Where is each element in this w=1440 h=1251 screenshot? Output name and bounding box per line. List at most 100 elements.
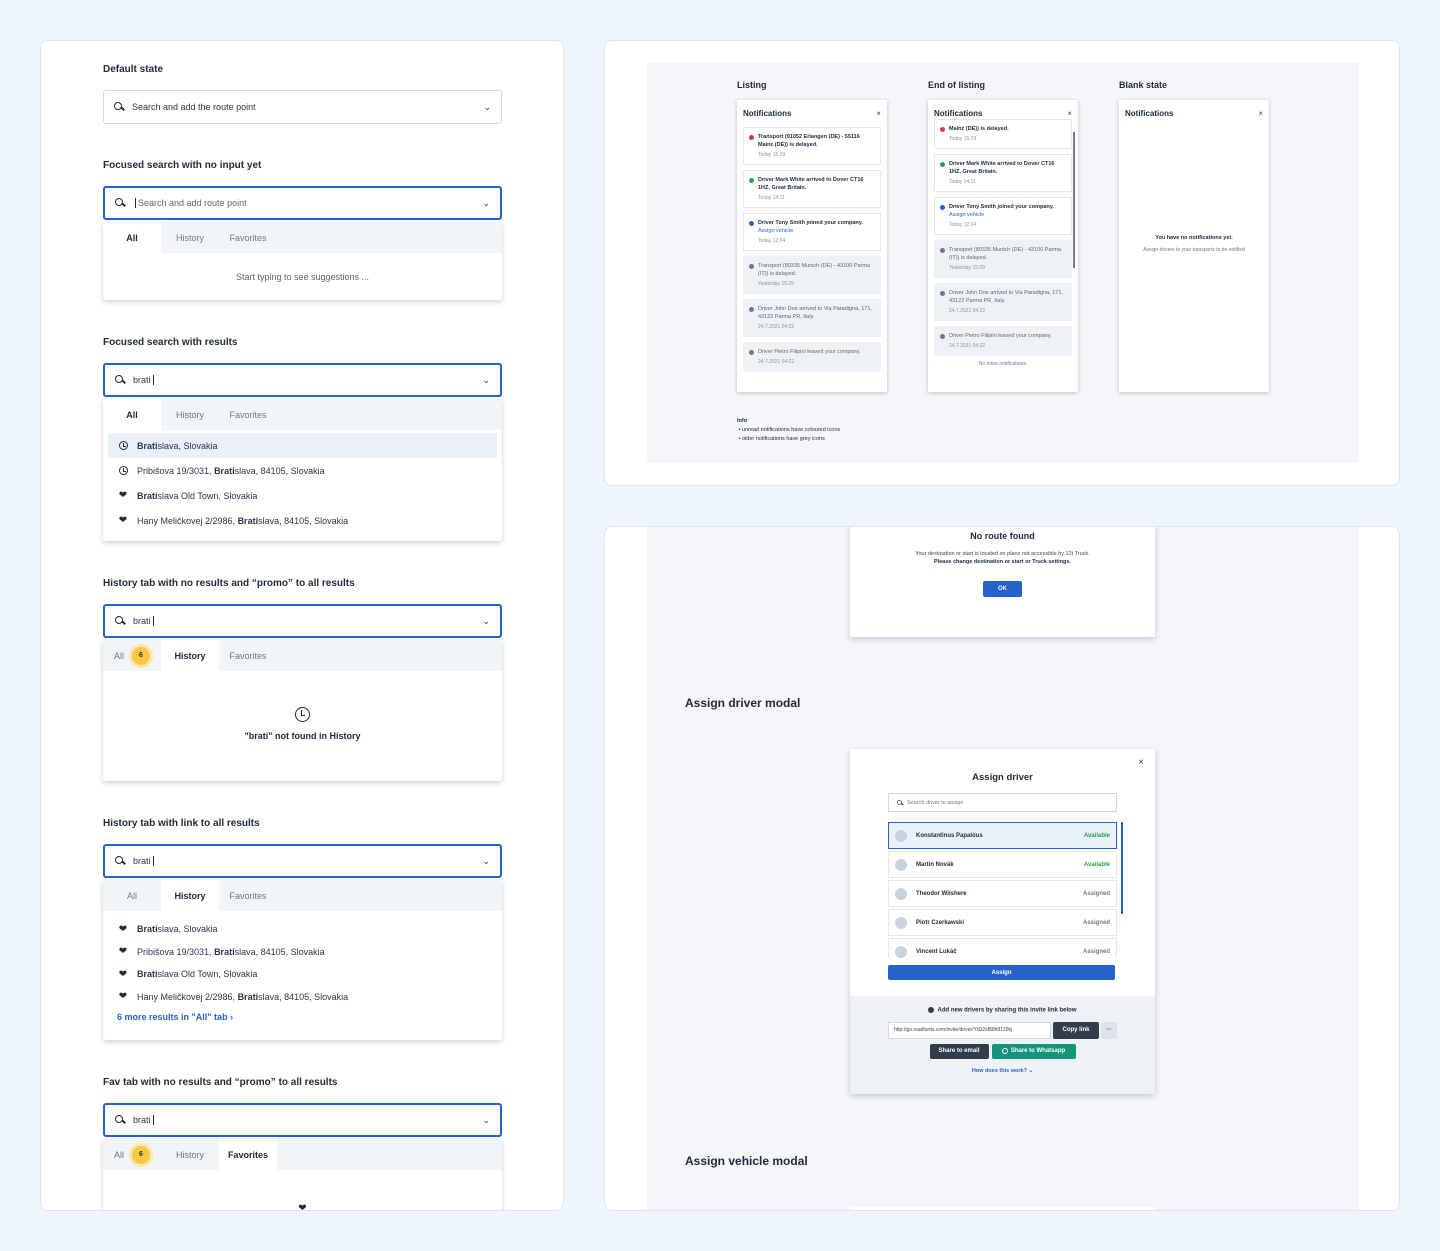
tab-all[interactable]: All 6 [103, 640, 161, 671]
driver-row[interactable]: Theodor Wilshere Assigned [888, 880, 1117, 907]
notification-item[interactable]: Driver John Doe arrived to Via Paradigna… [743, 299, 881, 337]
notification-item[interactable]: Transport (80335 Munich (DE) - 43100 Par… [743, 256, 881, 294]
notification-text: Driver Tony Smith joined your company. [758, 220, 863, 226]
status-dot-icon [940, 334, 945, 339]
search-states-card: Default state Search and add the route p… [40, 40, 564, 1211]
result-item[interactable]: ❤ Pribišova 19/3031, Bratislava, 84105, S… [103, 941, 502, 964]
result-match: Brati [137, 440, 158, 451]
result-item[interactable]: ❤ Bratislava Old Town, Slovakia [103, 963, 502, 986]
search-input[interactable]: Search and add route point ⌄ [103, 186, 502, 220]
tab-favorites[interactable]: Favorites [219, 880, 277, 911]
result-suffix: slava, 84105, Slovakia [258, 515, 349, 526]
result-item[interactable]: ❤ Bratislava Old Town, Slovakia [103, 483, 502, 508]
search-input[interactable]: brati ⌄ [103, 844, 502, 878]
tab-all[interactable]: All 6 [103, 1139, 161, 1170]
tab-history[interactable]: History [161, 1139, 219, 1170]
driver-status: Assigned [1082, 890, 1110, 897]
driver-row[interactable]: Vincent Lukáč Assigned [888, 938, 1117, 958]
driver-search-input[interactable]: Search driver to assign [888, 793, 1117, 812]
modal-text: Your destination or start is located on … [915, 551, 1090, 557]
chevron-down-icon[interactable]: ⌄ [482, 198, 490, 209]
notification-item[interactable]: Driver Pietro Filipini leaved your compa… [743, 342, 881, 372]
notification-item[interactable]: Driver Tony Smith joined your company. As… [743, 213, 881, 251]
more-results-link[interactable]: 6 more results in "All" tab › [103, 1008, 502, 1026]
scrollbar[interactable] [1121, 822, 1123, 914]
tab-all[interactable]: All [103, 399, 161, 430]
result-item[interactable]: ❤ Hany Meličkovej 2/2986, Bratislava, 841… [103, 508, 502, 533]
suggestions-dropdown: All History Favorites Bratislava, Slovak… [103, 399, 502, 541]
driver-row[interactable]: Konstantinus Papalous Available [888, 822, 1117, 849]
notification-item[interactable]: Driver John Doe arrived to Via Paradigna… [934, 283, 1072, 321]
close-icon[interactable]: × [876, 109, 881, 118]
ok-button[interactable]: OK [983, 581, 1022, 597]
assign-button[interactable]: Assign [888, 965, 1115, 980]
panel-title: Notifications [934, 109, 983, 118]
driver-row[interactable]: Piotr Czerkawski Assigned [888, 909, 1117, 936]
assign-vehicle-link[interactable]: Assign vehicle [758, 227, 875, 235]
invite-link-row: http://go.roadlords.com/invite/driver/Yd… [888, 1021, 1117, 1039]
tab-favorites[interactable]: Favorites [219, 1139, 277, 1170]
close-icon[interactable]: × [1258, 109, 1263, 118]
notification-item[interactable]: Driver Pietro Filipini leaved your compa… [934, 326, 1072, 356]
tab-history[interactable]: History [161, 640, 219, 671]
scrollbar[interactable] [1073, 132, 1075, 268]
result-item[interactable]: Bratislava, Slovakia [108, 433, 497, 458]
chevron-down-icon[interactable]: ⌄ [482, 1115, 490, 1126]
invite-section: Add new drivers by sharing this invite l… [850, 996, 1155, 1094]
search-input[interactable]: Search and add the route point ⌄ [103, 90, 502, 124]
tab-favorites[interactable]: Favorites [219, 399, 277, 430]
copy-link-button[interactable]: Copy link [1053, 1021, 1099, 1039]
invite-link-field[interactable]: http://go.roadlords.com/invite/driver/Yd… [888, 1021, 1051, 1039]
result-item[interactable]: Pribišova 19/3031, Bratislava, 84105, Sl… [103, 458, 502, 483]
result-item[interactable]: ❤ Hany Meličkovej 2/2986, Bratislava, 841… [103, 986, 502, 1009]
more-options-button[interactable]: ··· [1101, 1021, 1117, 1039]
notification-item[interactable]: Transport (91052 Erlangen (DE) - 55116 M… [743, 127, 881, 165]
notification-item[interactable]: Driver Mark White arrived to Dover CT16 … [934, 154, 1072, 192]
heart-icon: ❤ [117, 969, 129, 980]
notification-item[interactable]: Transport (80335 Munich (DE) - 43100 Par… [934, 240, 1072, 278]
notification-text: Mainz (DE)) is delayed. [949, 126, 1009, 132]
driver-row[interactable]: Martin Novák Available [888, 851, 1117, 878]
chevron-right-icon: › [230, 1012, 234, 1022]
notification-text: Driver John Doe arrived to Via Paradigna… [758, 306, 872, 320]
notification-item[interactable]: Driver Tony Smith joined your company. As… [934, 197, 1072, 235]
close-icon[interactable]: × [1138, 757, 1144, 768]
tab-all[interactable]: All [103, 880, 161, 911]
notification-time: Yesterday 15:29 [949, 265, 985, 271]
tab-history[interactable]: History [161, 399, 219, 430]
clock-icon [117, 466, 129, 475]
close-icon[interactable]: × [1067, 109, 1072, 118]
tab-all[interactable]: All [103, 222, 161, 253]
tab-history[interactable]: History [161, 222, 219, 253]
notification-item[interactable]: Mainz (DE)) is delayed. Today 15:29 [934, 119, 1072, 149]
chevron-down-icon[interactable]: ⌄ [482, 616, 490, 627]
search-input[interactable]: brati ⌄ [103, 1103, 502, 1137]
share-email-button[interactable]: Share to email [929, 1043, 989, 1059]
clock-icon [295, 707, 310, 722]
result-item[interactable]: ❤ Bratislava, Slovakia [103, 918, 502, 941]
tab-favorites[interactable]: Favorites [219, 640, 277, 671]
chevron-down-icon[interactable]: ⌄ [482, 856, 490, 867]
search-placeholder: Search and add the route point [132, 102, 256, 112]
default-state-block: Default state Search and add the route p… [103, 63, 502, 124]
how-it-works-link[interactable]: How does this work? ⌄ [850, 1068, 1155, 1074]
focused-empty-block: Focused search with no input yet Search … [103, 159, 502, 300]
notification-list: Mainz (DE)) is delayed. Today 15:29 Driver… [928, 119, 1078, 356]
notifications-panel: Notifications × Transport (91052 Erlangen… [737, 100, 887, 392]
assign-vehicle-link[interactable]: Assign vehicle [949, 211, 1066, 219]
history-promo-block: History tab with no results and “promo” … [103, 577, 502, 781]
text-cursor [152, 375, 154, 386]
search-input[interactable]: brati ⌄ [103, 363, 502, 397]
listing-column: Listing Notifications × Transport (91052 … [737, 80, 887, 392]
chevron-down-icon[interactable]: ⌄ [483, 102, 491, 113]
section-title: Assign driver modal [685, 696, 801, 710]
column-label: Blank state [1119, 80, 1168, 90]
clock-icon [117, 441, 129, 450]
share-whatsapp-button[interactable]: Share to Whatsapp [991, 1043, 1076, 1059]
chevron-down-icon[interactable]: ⌄ [482, 375, 490, 386]
notification-text: Driver Mark White arrived to Dover CT16 … [758, 177, 864, 191]
tab-history[interactable]: History [161, 880, 219, 911]
tab-favorites[interactable]: Favorites [219, 222, 277, 253]
notification-item[interactable]: Driver Mark White arrived to Dover CT16 … [743, 170, 881, 208]
search-input[interactable]: brati ⌄ [103, 604, 502, 638]
